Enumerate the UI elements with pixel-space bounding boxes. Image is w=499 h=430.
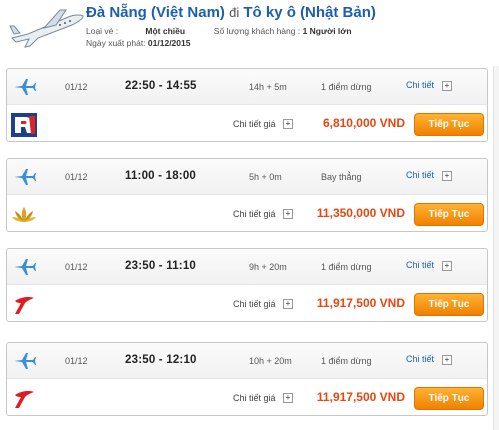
departure-date-value: 01/12/2015 <box>147 38 191 48</box>
origin-city: Đà Nẵng (Việt Nam) <box>86 4 225 21</box>
airplane-icon <box>14 353 36 369</box>
flight-duration: 14h + 5m <box>249 82 287 92</box>
continue-button[interactable]: Tiếp Tục <box>414 293 484 316</box>
flight-detail-link[interactable]: Chi tiết <box>406 354 434 364</box>
flight-stops: 1 điểm dừng <box>321 356 372 366</box>
continue-button[interactable]: Tiếp Tục <box>414 113 484 136</box>
expand-price-button[interactable]: + <box>283 209 293 219</box>
flight-detail-link[interactable]: Chi tiết <box>406 170 434 180</box>
passengers-label: Số lượng khách hàng : <box>213 26 301 36</box>
flight-stops: 1 điểm dừng <box>321 82 372 92</box>
flight-card: 01/12 11:00 - 18:00 5h + 0m Bay thẳng Ch… <box>6 158 488 232</box>
flight-duration: 9h + 20m <box>249 262 287 272</box>
flight-date: 01/12 <box>65 172 88 182</box>
flight-price: 11,917,500 VND <box>316 390 405 404</box>
ticket-type-value: Một chiều <box>145 26 186 36</box>
airplane-icon <box>9 9 84 48</box>
expand-price-button[interactable]: + <box>283 119 293 129</box>
ticket-type-label: Loại vé : <box>86 26 119 36</box>
expand-price-button[interactable]: + <box>283 299 293 309</box>
scrollbar[interactable] <box>493 66 499 430</box>
flight-duration: 5h + 0m <box>249 172 282 182</box>
expand-detail-button[interactable]: + <box>442 355 452 365</box>
flight-duration: 10h + 20m <box>249 356 292 366</box>
flight-time: 23:50 - 12:10 <box>125 354 197 366</box>
airplane-icon <box>14 79 36 95</box>
destination-city: Tô ky ô (Nhật Bản) <box>243 4 376 21</box>
departure-date-line: Ngày xuất phát: 01/12/2015 <box>86 38 190 48</box>
flight-price: 6,810,000 VND <box>322 116 405 130</box>
continue-button[interactable]: Tiếp Tục <box>414 203 484 226</box>
red-swoosh-logo <box>15 391 34 408</box>
route-connector: đi <box>229 5 240 20</box>
route-title: Đà Nẵng (Việt Nam) đi Tô ky ô (Nhật Bản) <box>86 4 376 21</box>
flight-detail-link[interactable]: Chi tiết <box>406 260 434 270</box>
flight-time: 22:50 - 14:55 <box>125 80 197 92</box>
flight-card: 01/12 23:50 - 12:10 10h + 20m 1 điểm dừn… <box>6 342 488 416</box>
expand-price-button[interactable]: + <box>283 393 293 403</box>
price-detail-label[interactable]: Chi tiết giá <box>233 299 276 309</box>
search-summary-header: Đà Nẵng (Việt Nam) đi Tô ky ô (Nhật Bản)… <box>0 0 499 66</box>
lotus-logo <box>12 207 36 222</box>
flight-date: 01/12 <box>65 356 88 366</box>
expand-detail-button[interactable]: + <box>442 81 452 91</box>
flight-time: 11:00 - 18:00 <box>125 170 197 182</box>
flight-card: 01/12 22:50 - 14:55 14h + 5m 1 điểm dừng… <box>6 68 488 142</box>
continue-button[interactable]: Tiếp Tục <box>414 387 484 410</box>
flight-time: 23:50 - 11:10 <box>125 260 197 272</box>
airplane-icon <box>14 169 36 185</box>
flight-date: 01/12 <box>65 82 88 92</box>
flight-price: 11,917,500 VND <box>316 296 405 310</box>
airplane-icon <box>14 259 36 275</box>
flight-detail-link[interactable]: Chi tiết <box>406 80 434 90</box>
flight-price: 11,350,000 VND <box>316 206 405 220</box>
price-detail-label[interactable]: Chi tiết giá <box>233 119 276 129</box>
departure-date-label: Ngày xuất phát: <box>86 38 146 48</box>
ticket-info-line: Loại vé : Một chiều Số lượng khách hàng … <box>86 26 352 36</box>
red-swoosh-logo <box>15 297 34 314</box>
expand-detail-button[interactable]: + <box>442 261 452 271</box>
flight-date: 01/12 <box>65 262 88 272</box>
flight-stops: Bay thẳng <box>321 172 362 182</box>
price-detail-label[interactable]: Chi tiết giá <box>233 393 276 403</box>
airline-logo-red-blue <box>11 113 37 137</box>
flight-stops: 1 điểm dừng <box>321 262 372 272</box>
price-detail-label[interactable]: Chi tiết giá <box>233 209 276 219</box>
flight-card: 01/12 23:50 - 11:10 9h + 20m 1 điểm dừng… <box>6 248 488 322</box>
expand-detail-button[interactable]: + <box>442 171 452 181</box>
passengers-value: 1 Người lớn <box>302 26 352 36</box>
